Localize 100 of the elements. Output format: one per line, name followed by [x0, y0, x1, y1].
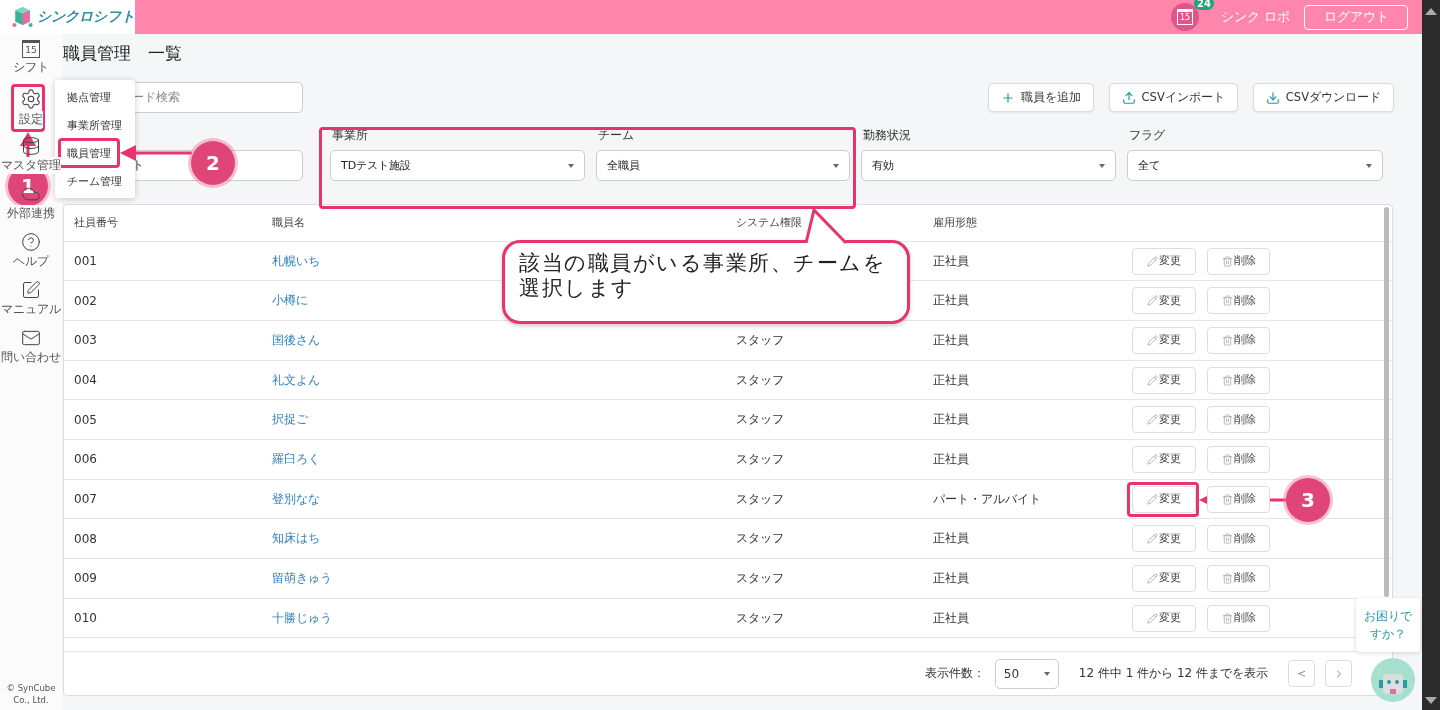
pencil-icon [1147, 453, 1158, 465]
menu-item[interactable]: 事業所管理 [63, 114, 126, 136]
edit-button[interactable]: 変更 [1132, 604, 1196, 632]
pagination-summary: 12 件中 1 件から 12 件までを表示 [1078, 665, 1268, 683]
delete-button[interactable]: 削除 [1207, 406, 1270, 434]
pencil-icon [1147, 255, 1158, 267]
delete-button[interactable]: 削除 [1207, 247, 1270, 275]
staff-name-link[interactable]: 小樽に [272, 292, 308, 310]
table-cell-text: スタッフ [736, 569, 785, 587]
delete-button[interactable]: 削除 [1207, 287, 1270, 315]
pencil-icon [1147, 295, 1158, 307]
column-header: 社員番号 [74, 215, 118, 231]
table-cell-text: 008 [74, 531, 98, 546]
delete-button[interactable]: 削除 [1207, 564, 1270, 592]
table-cell-text: 006 [74, 452, 98, 467]
column-header: 職員名 [272, 215, 305, 231]
action-button[interactable]: 職員を追加 [987, 83, 1094, 112]
column-header: システム権限 [736, 215, 802, 231]
caret-icon [1366, 163, 1372, 168]
scroll-up-icon[interactable] [1425, 8, 1437, 15]
staff-name-link[interactable]: 知床はち [272, 530, 320, 548]
edit-button[interactable]: 変更 [1132, 445, 1196, 473]
action-button[interactable]: CSVインポート [1108, 83, 1238, 112]
table-cell-text: 001 [74, 254, 98, 269]
pencil-icon [1147, 612, 1158, 624]
staff-name-link[interactable]: 十勝じゅう [272, 609, 332, 627]
staff-name-link[interactable]: 国後さん [272, 331, 320, 349]
delete-button[interactable]: 削除 [1207, 366, 1270, 394]
highlight-frame [1127, 482, 1199, 517]
staff-name-link[interactable]: 択捉ご [272, 411, 308, 429]
edit-button[interactable]: 変更 [1132, 287, 1196, 315]
table-cell-text: 正社員 [933, 609, 970, 627]
edit-button[interactable]: 変更 [1132, 525, 1196, 553]
table-cell-text: スタッフ [736, 331, 785, 349]
table-cell-text: スタッフ [736, 450, 785, 468]
notification-badge: 24 [1194, 0, 1214, 10]
table-cell-text: 007 [74, 492, 98, 507]
user-name: シンク ロボ [1221, 8, 1290, 26]
edit-button[interactable]: 変更 [1132, 366, 1196, 394]
scroll-down-icon[interactable] [1425, 697, 1437, 704]
staff-name-link[interactable]: 札幌いち [272, 252, 320, 270]
staff-name-link[interactable]: 登別なな [272, 490, 320, 508]
delete-button[interactable]: 削除 [1207, 604, 1270, 632]
table-cell-text: スタッフ [736, 411, 785, 429]
trash-icon [1221, 255, 1233, 267]
pencil-icon [1147, 374, 1158, 386]
page-size-label: 表示件数： [924, 665, 985, 683]
sidebar-item[interactable]: ヘルプ [13, 253, 49, 270]
filter-select[interactable]: 全職員 [596, 150, 850, 181]
help-bubble[interactable]: お困りですか？ [1356, 598, 1420, 652]
action-button[interactable]: CSVダウンロード [1252, 83, 1394, 112]
sidebar-item[interactable]: マスタ管理 [1, 157, 61, 174]
table-cell-text: スタッフ [736, 490, 785, 508]
delete-button[interactable]: 削除 [1207, 445, 1270, 473]
assistant-robot-icon[interactable] [1371, 658, 1415, 702]
table-cell-text: スタッフ [736, 371, 785, 389]
trash-icon [1221, 414, 1233, 426]
staff-name-link[interactable]: 羅臼ろく [272, 450, 320, 468]
table-cell-text: 004 [74, 373, 98, 388]
filter-select[interactable]: TDテスト施設 [330, 150, 585, 181]
highlight-frame [11, 84, 45, 132]
filter-label: チーム [597, 128, 635, 144]
delete-button[interactable]: 削除 [1207, 525, 1270, 553]
caret-icon [1043, 671, 1050, 676]
copyright-text: © SynCube Co., Ltd. [6, 683, 56, 706]
filter-label: フラグ [1128, 128, 1166, 144]
window-scrollbar[interactable] [1422, 0, 1440, 710]
sidebar-item[interactable]: 外部連携 [7, 205, 55, 222]
edit-button[interactable]: 変更 [1132, 406, 1196, 434]
table-cell-text: 010 [74, 611, 98, 626]
sidebar-item[interactable]: 設定 [19, 111, 43, 128]
edit-button[interactable]: 変更 [1132, 564, 1196, 592]
table-cell-text: 正社員 [933, 331, 970, 349]
delete-button[interactable]: 削除 [1207, 326, 1270, 354]
trash-icon [1221, 453, 1233, 465]
edit-button[interactable]: 変更 [1132, 326, 1196, 354]
table-cell-text: パート・アルバイト [933, 490, 1042, 508]
edit-button[interactable]: 変更 [1132, 247, 1196, 275]
filter-select[interactable]: 有効 [861, 150, 1116, 181]
delete-button[interactable]: 削除 [1207, 485, 1270, 513]
staff-name-link[interactable]: 留萌きゅう [272, 569, 332, 587]
sidebar-item[interactable]: シフト [13, 59, 49, 76]
table-cell-text: 003 [74, 333, 98, 348]
table-cell-text: 正社員 [933, 569, 970, 587]
step-marker: 2 [191, 141, 235, 185]
menu-item[interactable]: 拠点管理 [63, 86, 115, 108]
filter-select[interactable]: 全て [1127, 150, 1383, 181]
edit-icon [21, 280, 41, 300]
caret-icon [833, 163, 839, 168]
settings-icon [20, 88, 42, 110]
previous-page-button[interactable]: < [1288, 660, 1315, 688]
app-logo-text: シンクロシフト [37, 8, 135, 26]
edit-button[interactable]: 変更 [1132, 485, 1196, 513]
staff-name-link[interactable]: 礼文よん [272, 371, 320, 389]
page-size-select[interactable]: 50 [994, 658, 1059, 689]
trash-icon [1221, 334, 1233, 346]
table-cell-text: 正社員 [933, 292, 970, 310]
sidebar-item[interactable]: 問い合わせ [1, 349, 61, 366]
upload-icon [1121, 90, 1136, 105]
scrollbar-thumb[interactable] [1384, 207, 1389, 597]
